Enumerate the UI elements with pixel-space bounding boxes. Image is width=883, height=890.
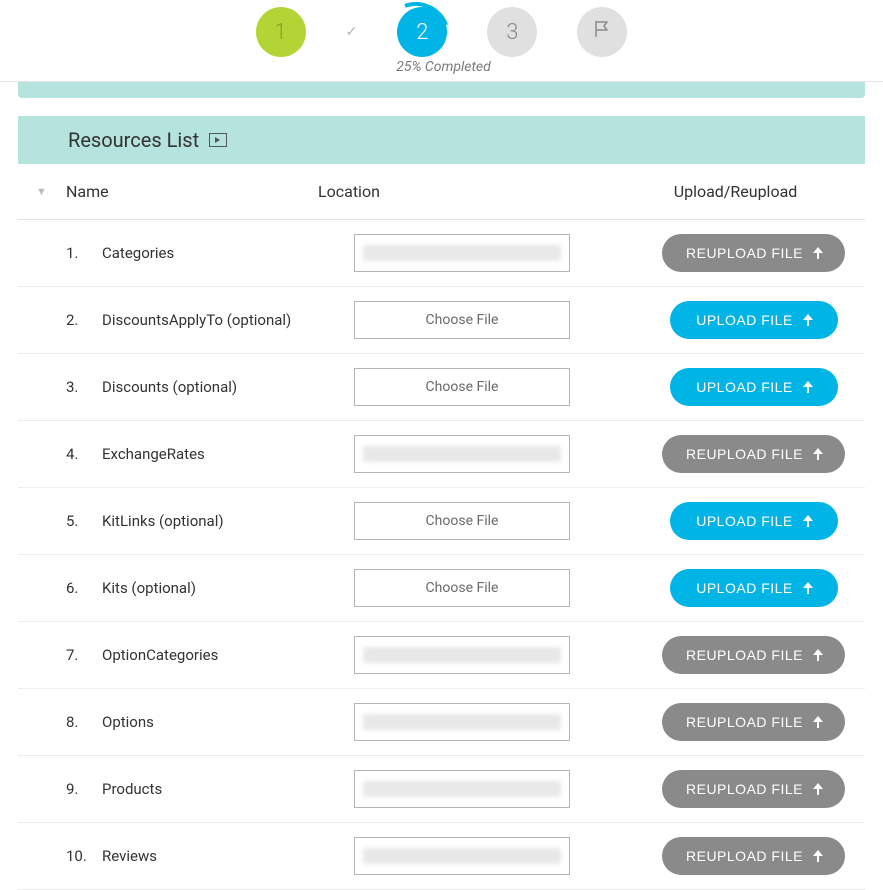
upload-file-button[interactable]: UPLOAD FILE [670,368,838,406]
row-number: 6. [66,579,102,597]
column-header-location: Location [318,182,618,201]
choose-file-button[interactable]: Choose File [354,569,570,607]
button-label: REUPLOAD FILE [686,647,803,663]
table-row: 10.Reviews REUPLOAD FILE [18,823,865,890]
button-label: REUPLOAD FILE [686,446,803,462]
file-name-display[interactable] [354,435,570,473]
row-number: 5. [66,512,102,530]
previous-section-footer [18,82,865,98]
arrow-up-icon [811,715,825,729]
table-body: 1.Categories REUPLOAD FILE 2.DiscountsAppl… [18,220,865,890]
flag-icon [592,19,612,45]
table-row: 8.Options REUPLOAD FILE [18,689,865,756]
file-name-display[interactable] [354,234,570,272]
progress-text: 25% Completed [396,59,491,75]
step-2[interactable]: 2 [397,7,447,57]
row-number: 2. [66,311,102,329]
video-tutorial-icon[interactable] [209,133,227,147]
arrow-up-icon [811,447,825,461]
table-row: 3.Discounts (optional)Choose File UPLOAD … [18,354,865,421]
arrow-up-icon [811,782,825,796]
file-name-display[interactable] [354,837,570,875]
column-header-upload: Upload/Reupload [618,182,853,201]
table-row: 5.KitLinks (optional)Choose File UPLOAD F… [18,488,865,555]
button-label: UPLOAD FILE [696,513,793,529]
row-number: 9. [66,780,102,798]
row-number: 4. [66,445,102,463]
file-name-display[interactable] [354,770,570,808]
button-label: REUPLOAD FILE [686,714,803,730]
row-number: 7. [66,646,102,664]
table-row: 4.ExchangeRates REUPLOAD FILE [18,421,865,488]
button-label: UPLOAD FILE [696,580,793,596]
resource-name: KitLinks (optional) [102,512,354,530]
step-1-label: 1 [275,20,287,45]
step-3-label: 3 [506,20,518,45]
row-number: 8. [66,713,102,731]
section-title: Resources List [68,128,199,152]
resource-name: Categories [102,244,354,262]
button-label: UPLOAD FILE [696,312,793,328]
resource-name: Options [102,713,354,731]
table-row: 1.Categories REUPLOAD FILE [18,220,865,287]
upload-file-button[interactable]: UPLOAD FILE [670,569,838,607]
step-3[interactable]: 3 [487,7,537,57]
resource-name: OptionCategories [102,646,354,664]
resource-name: Products [102,780,354,798]
row-number: 10. [66,847,102,865]
reupload-file-button[interactable]: REUPLOAD FILE [662,770,845,808]
choose-file-button[interactable]: Choose File [354,301,570,339]
resource-name: DiscountsApplyTo (optional) [102,311,354,329]
arrow-up-icon [811,246,825,260]
arrow-up-icon [811,849,825,863]
table-row: 6.Kits (optional)Choose File UPLOAD FILE [18,555,865,622]
table-header-row: ▼ Name Location Upload/Reupload [18,164,865,220]
step-finish[interactable] [577,7,627,57]
arrow-up-icon [801,514,815,528]
arrow-up-icon [801,313,815,327]
file-name-display[interactable] [354,636,570,674]
resource-name: Kits (optional) [102,579,354,597]
reupload-file-button[interactable]: REUPLOAD FILE [662,703,845,741]
button-label: UPLOAD FILE [696,379,793,395]
button-label: REUPLOAD FILE [686,245,803,261]
resource-name: ExchangeRates [102,445,354,463]
reupload-file-button[interactable]: REUPLOAD FILE [662,435,845,473]
row-number: 1. [66,244,102,262]
resource-name: Reviews [102,847,354,865]
file-name-display[interactable] [354,703,570,741]
button-label: REUPLOAD FILE [686,848,803,864]
reupload-file-button[interactable]: REUPLOAD FILE [662,234,845,272]
upload-file-button[interactable]: UPLOAD FILE [670,301,838,339]
step-2-label: 2 [416,20,428,45]
column-header-name: Name [66,182,318,201]
row-number: 3. [66,378,102,396]
check-icon: ✓ [346,24,358,40]
table-row: 2.DiscountsApplyTo (optional)Choose File… [18,287,865,354]
table-row: 7.OptionCategories REUPLOAD FILE [18,622,865,689]
choose-file-button[interactable]: Choose File [354,368,570,406]
sort-icon[interactable]: ▼ [36,185,66,198]
arrow-up-icon [801,380,815,394]
section-header: Resources List [18,116,865,164]
choose-file-button[interactable]: Choose File [354,502,570,540]
arrow-up-icon [811,648,825,662]
arrow-up-icon [801,581,815,595]
table-row: 9.Products REUPLOAD FILE [18,756,865,823]
progress-stepper: 1 ✓ 2 3 25% Completed [0,0,883,82]
resource-name: Discounts (optional) [102,378,354,396]
button-label: REUPLOAD FILE [686,781,803,797]
reupload-file-button[interactable]: REUPLOAD FILE [662,636,845,674]
reupload-file-button[interactable]: REUPLOAD FILE [662,837,845,875]
step-1[interactable]: 1 [256,7,306,57]
upload-file-button[interactable]: UPLOAD FILE [670,502,838,540]
